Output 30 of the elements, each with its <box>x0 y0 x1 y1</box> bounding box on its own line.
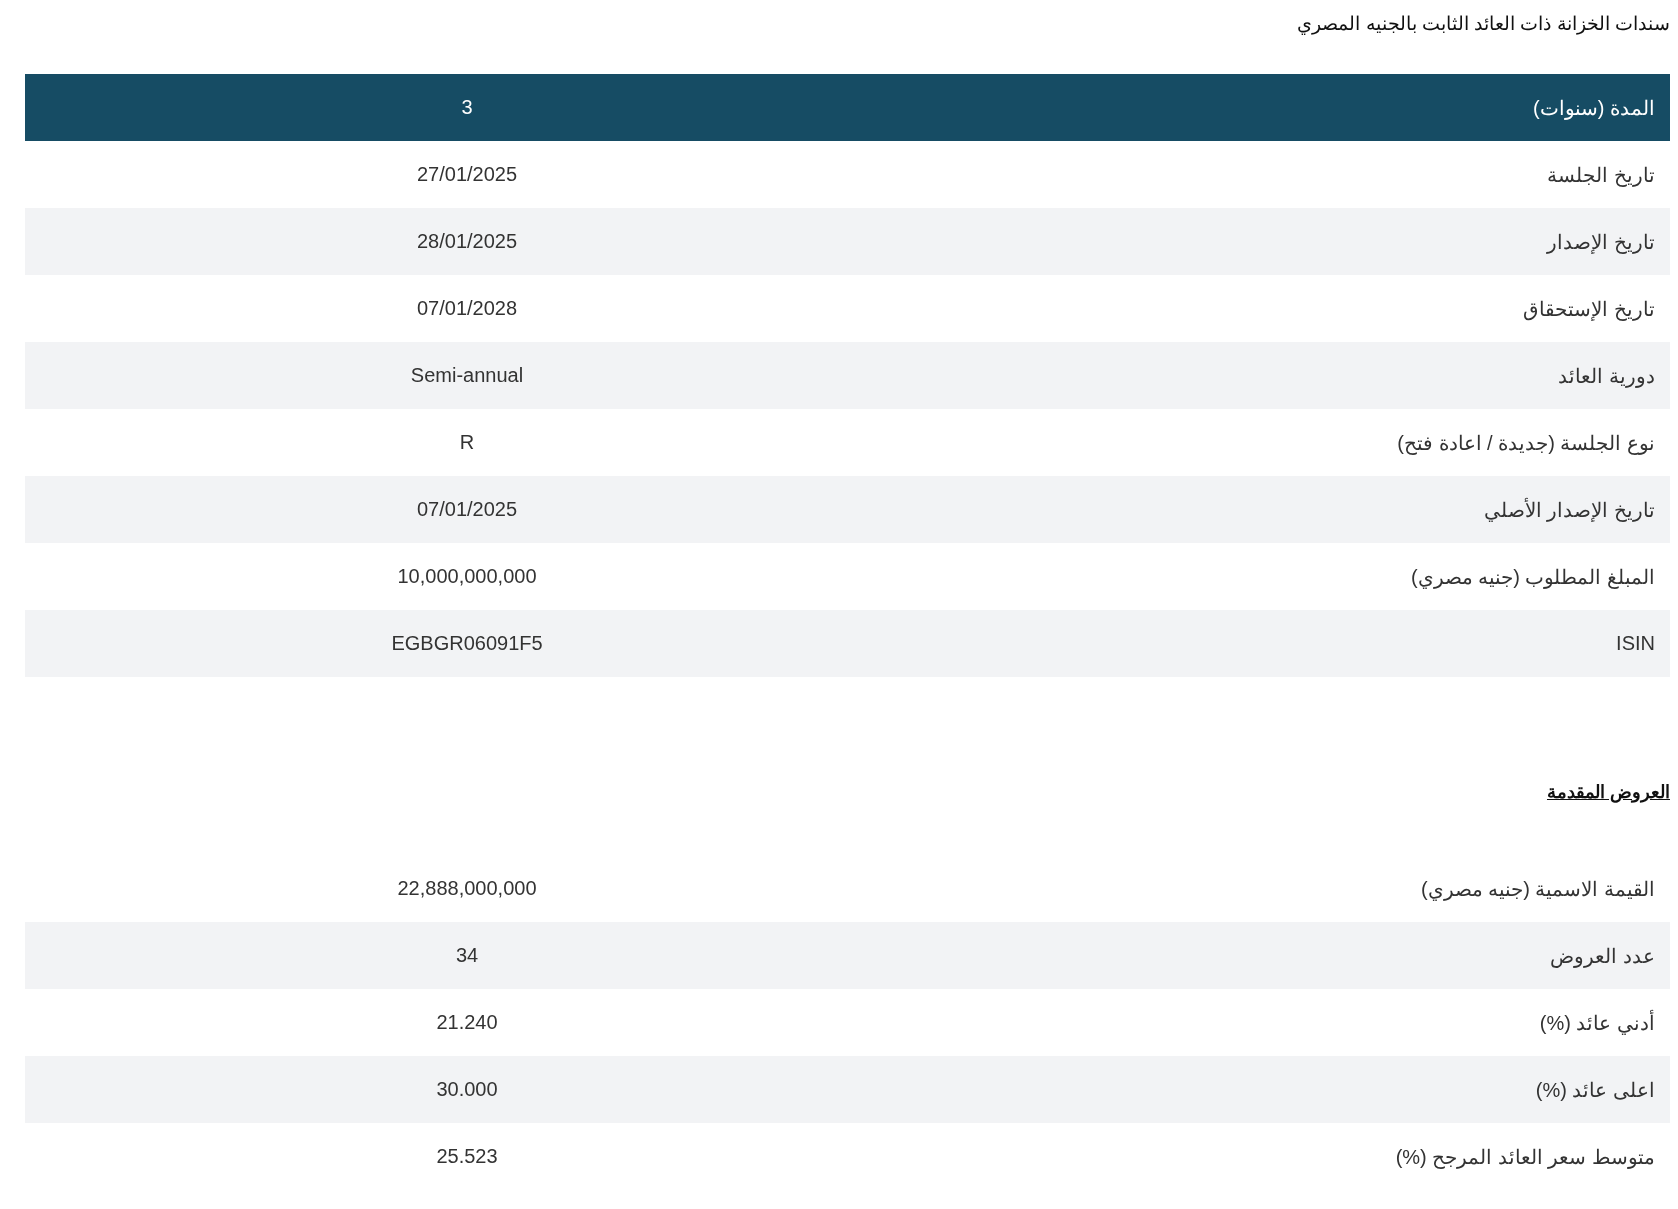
row-value: 25.523 <box>436 1145 498 1168</box>
header-label: المدة (سنوات) <box>1533 95 1656 120</box>
row-label: عدد العروض <box>1550 943 1656 968</box>
page-title: سندات الخزانة ذات العائد الثابت بالجنيه المصري <box>1296 12 1670 37</box>
row-label: دورية العائد <box>1558 363 1656 388</box>
row-label: تاريخ الإصدار <box>1547 229 1656 254</box>
row-label: نوع الجلسة (جديدة / اعادة فتح) <box>1397 430 1656 455</box>
row-label: أدني عائد (%) <box>1539 1010 1656 1035</box>
row-label: تاريخ الإستحقاق <box>1523 296 1656 321</box>
row-value: 34 <box>455 944 479 967</box>
row-value: 28/01/2025 <box>416 230 518 253</box>
row-label: تاريخ الجلسة <box>1547 162 1656 187</box>
row-value: Semi-annual <box>410 364 524 387</box>
row-label: اعلى عائد (%) <box>1535 1077 1656 1102</box>
header-value: 3 <box>461 96 473 119</box>
row-value: 10,000,000,000 <box>397 565 537 588</box>
row-value: 07/01/2028 <box>416 297 518 320</box>
row-label: القيمة الاسمية (جنيه مصري) <box>1421 876 1656 901</box>
row-value: EGBGR06091F5 <box>391 632 543 655</box>
row-value: 21.240 <box>436 1011 498 1034</box>
section-heading: العروض المقدمة <box>1547 781 1670 803</box>
row-value: 07/01/2025 <box>416 498 518 521</box>
row-label: المبلغ المطلوب (جنيه مصري) <box>1411 564 1656 589</box>
row-value: R <box>459 431 475 454</box>
row-value: 27/01/2025 <box>416 163 518 186</box>
row-label: تاريخ الإصدار الأصلي <box>1483 497 1656 522</box>
row-value: 30.000 <box>436 1078 498 1101</box>
row-value: 22,888,000,000 <box>397 877 537 900</box>
row-label: متوسط سعر العائد المرجح (%) <box>1395 1144 1656 1169</box>
row-label: ISIN <box>1616 632 1656 655</box>
